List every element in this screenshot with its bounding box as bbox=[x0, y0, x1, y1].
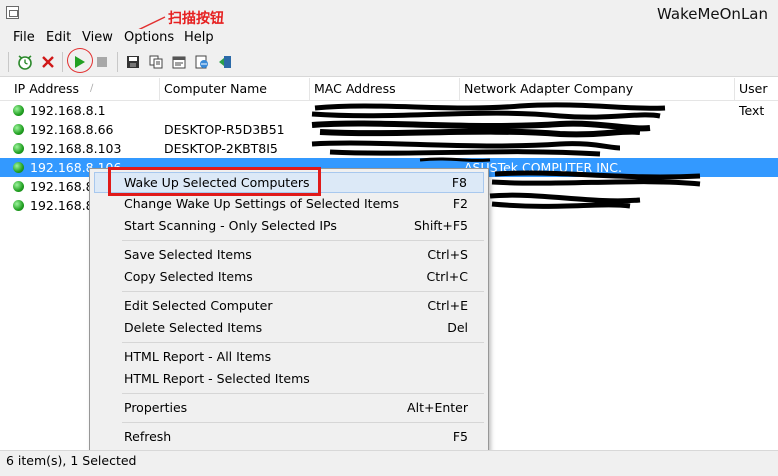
menu-options[interactable]: Options bbox=[124, 30, 174, 45]
wake-up-highlight-box bbox=[108, 167, 321, 196]
menu-item-shortcut: F8 bbox=[451, 175, 467, 190]
table-row[interactable]: 192.168.8.1 bbox=[0, 101, 778, 120]
menu-separator bbox=[122, 240, 484, 241]
properties-icon[interactable] bbox=[169, 52, 189, 72]
status-online-icon bbox=[13, 181, 24, 192]
computer-name-cell: DESKTOP-R5D3B51 bbox=[164, 122, 285, 137]
list-header: IP Address ∕ Computer Name MAC Address Ne… bbox=[0, 78, 778, 118]
status-online-icon bbox=[13, 143, 24, 154]
menu-separator bbox=[122, 291, 484, 292]
menu-item-edit-selected-computer[interactable]: Edit Selected Computer Ctrl+E bbox=[94, 295, 484, 316]
menu-item-shortcut: F2 bbox=[452, 196, 468, 211]
table-row[interactable]: 192.168.8.103 DESKTOP-2KBT8I5 bbox=[0, 139, 778, 158]
menu-file[interactable]: File bbox=[13, 30, 35, 45]
menu-item-label: Properties bbox=[124, 400, 188, 415]
sort-arrow-icon: ∕ bbox=[90, 83, 94, 94]
menu-item-shortcut: Ctrl+S bbox=[427, 247, 468, 262]
menu-separator bbox=[122, 342, 484, 343]
menu-item-start-scanning-selected[interactable]: Start Scanning - Only Selected IPs Shift… bbox=[94, 215, 484, 236]
delete-icon[interactable] bbox=[38, 52, 58, 72]
status-online-icon bbox=[13, 124, 24, 135]
menu-item-label: Refresh bbox=[124, 429, 172, 444]
menu-item-label: Save Selected Items bbox=[124, 247, 252, 262]
menu-item-shortcut: Alt+Enter bbox=[407, 400, 468, 415]
menu-item-shortcut: Shift+F5 bbox=[413, 218, 468, 233]
menu-item-delete-selected[interactable]: Delete Selected Items Del bbox=[94, 317, 484, 338]
menu-item-shortcut: Ctrl+E bbox=[427, 298, 468, 313]
save-icon[interactable] bbox=[123, 52, 143, 72]
menu-separator bbox=[122, 422, 484, 423]
status-online-icon bbox=[13, 105, 24, 116]
menu-item-label: HTML Report - All Items bbox=[124, 349, 272, 364]
menu-item-label: Start Scanning - Only Selected IPs bbox=[124, 218, 337, 233]
toolbar-separator bbox=[8, 52, 9, 72]
ip-cell: 192.168.8.66 bbox=[30, 122, 114, 137]
menu-item-shortcut: F5 bbox=[452, 429, 468, 444]
menu-item-change-wake-up-settings[interactable]: Change Wake Up Settings of Selected Item… bbox=[94, 193, 484, 214]
toolbar bbox=[0, 48, 778, 77]
menu-item-label: Copy Selected Items bbox=[124, 269, 253, 284]
menu-view[interactable]: View bbox=[82, 30, 113, 45]
toolbar-separator bbox=[117, 52, 118, 72]
menu-bar: File Edit View Options Help bbox=[0, 29, 778, 48]
column-computer-name[interactable]: Computer Name bbox=[160, 78, 310, 100]
column-user-text[interactable]: User Text bbox=[735, 78, 778, 118]
menu-item-refresh[interactable]: Refresh F5 bbox=[94, 426, 484, 447]
menu-item-label: HTML Report - Selected Items bbox=[124, 371, 310, 386]
column-network-adapter-company[interactable]: Network Adapter Company bbox=[460, 78, 735, 100]
menu-edit[interactable]: Edit bbox=[46, 30, 71, 45]
html-report-icon[interactable] bbox=[192, 52, 212, 72]
copy-icon[interactable] bbox=[146, 52, 166, 72]
column-label: IP Address bbox=[14, 81, 79, 96]
menu-item-save-selected[interactable]: Save Selected Items Ctrl+S bbox=[94, 244, 484, 265]
menu-item-label: Change Wake Up Settings of Selected Item… bbox=[124, 196, 399, 211]
status-online-icon bbox=[13, 162, 24, 173]
stop-scan-icon[interactable] bbox=[92, 52, 112, 72]
menu-separator bbox=[122, 393, 484, 394]
status-text: 6 item(s), 1 Selected bbox=[6, 453, 137, 468]
exit-icon[interactable] bbox=[215, 52, 235, 72]
column-ip-address[interactable]: IP Address ∕ bbox=[10, 78, 160, 100]
toolbar-separator bbox=[62, 52, 63, 72]
menu-item-copy-selected[interactable]: Copy Selected Items Ctrl+C bbox=[94, 266, 484, 287]
table-row[interactable]: 192.168.8.66 DESKTOP-R5D3B51 bbox=[0, 120, 778, 139]
menu-help[interactable]: Help bbox=[184, 30, 214, 45]
wake-icon[interactable] bbox=[15, 52, 35, 72]
status-bar: 6 item(s), 1 Selected bbox=[0, 450, 778, 476]
menu-item-shortcut: Ctrl+C bbox=[426, 269, 468, 284]
column-mac-address[interactable]: MAC Address bbox=[310, 78, 460, 100]
menu-item-properties[interactable]: Properties Alt+Enter bbox=[94, 397, 484, 418]
ip-cell: 192.168.8.1 bbox=[30, 103, 106, 118]
menu-item-label: Delete Selected Items bbox=[124, 320, 263, 335]
menu-item-shortcut: Del bbox=[447, 320, 468, 335]
scan-button-highlight bbox=[67, 48, 93, 73]
menu-item-label: Edit Selected Computer bbox=[124, 298, 273, 313]
ip-cell: 192.168.8.103 bbox=[30, 141, 122, 156]
status-online-icon bbox=[13, 200, 24, 211]
context-menu: Wake Up Selected Computers F8 Change Wak… bbox=[89, 168, 489, 451]
menu-item-html-report-all[interactable]: HTML Report - All Items bbox=[94, 346, 484, 367]
computer-name-cell: DESKTOP-2KBT8I5 bbox=[164, 141, 278, 156]
menu-item-html-report-selected[interactable]: HTML Report - Selected Items bbox=[94, 368, 484, 389]
